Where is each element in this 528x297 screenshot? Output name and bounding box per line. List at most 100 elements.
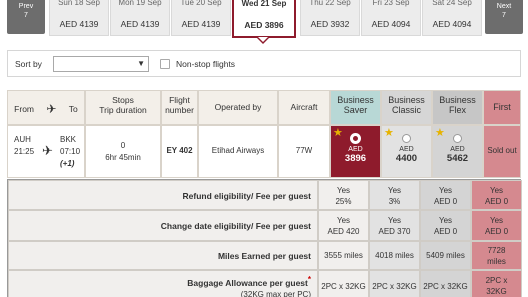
flight-number[interactable]: EY 402 (166, 146, 192, 155)
header-classic-line2: Classic (391, 105, 421, 115)
date-cell[interactable]: Thu 22 Sep AED 3932 (300, 0, 360, 36)
sold-out-label: Sold out (487, 146, 517, 155)
date-price: AED 3932 (310, 19, 350, 29)
nonstop-label[interactable]: Non-stop flights (176, 59, 235, 69)
header-first: First (483, 90, 521, 125)
required-mark: * (307, 275, 311, 284)
destination-code: BKK (60, 135, 77, 144)
condition-value: 7728 miles (471, 241, 522, 270)
sort-filter-bar: Sort by ▼ Non-stop flights (7, 50, 521, 77)
star-icon: ★ (384, 127, 394, 139)
condition-label: Baggage Allowance per guest (187, 277, 308, 288)
condition-row-baggage: Baggage Allowance per guest* (32KG max p… (7, 270, 522, 297)
aircraft-cell: 77W (278, 125, 330, 178)
condition-value: Yes 3% (369, 180, 420, 210)
header-business-saver: Business Saver (330, 90, 381, 125)
date-cell-selected[interactable]: Wed 21 Sep AED 3896 (232, 0, 296, 38)
header-classic-line1: Business (388, 95, 425, 105)
sort-dropdown[interactable]: ▼ (53, 56, 149, 72)
condition-value: 3555 miles (318, 241, 369, 270)
header-business-flex: Business Flex (432, 90, 483, 125)
condition-value: Yes AED 370 (369, 210, 420, 241)
header-flight-number: Flight number (161, 90, 198, 125)
fare-radio[interactable] (402, 134, 411, 143)
selected-date-pointer-inner (258, 37, 268, 42)
condition-value: Yes AED 0 (471, 210, 522, 241)
date-price: AED 3896 (244, 20, 284, 30)
condition-value: Yes AED 0 (420, 210, 471, 241)
date-label: Tue 20 Sep (180, 0, 222, 7)
next-dates-button[interactable]: Next 7 (485, 0, 523, 34)
next-count: 7 (502, 12, 506, 19)
date-cell[interactable]: Sun 18 Sep AED 4139 (49, 0, 109, 36)
condition-label-block: Baggage Allowance per guest* (32KG max p… (8, 270, 318, 297)
date-price: AED 4139 (59, 19, 99, 29)
aircraft-type[interactable]: 77W (296, 146, 312, 155)
condition-label: Miles Earned per guest (8, 241, 318, 270)
plane-icon: ✈ (46, 102, 57, 116)
star-icon: ★ (435, 127, 445, 139)
header-saver-line2: Saver (343, 105, 368, 115)
prev-dates-button[interactable]: Prev 7 (7, 0, 45, 34)
header-business-classic: Business Classic (381, 90, 432, 125)
condition-row-refund: Refund eligibility/ Fee per guest Yes 25%… (7, 179, 522, 210)
header-flight-line2: number (165, 105, 194, 115)
plane-icon: ✈ (42, 143, 53, 158)
header-flex-line1: Business (439, 95, 476, 105)
sort-label: Sort by (15, 59, 42, 69)
flight-row: AUH 21:25 ✈ BKK 07:10 (+1) 0 6hr 45min E… (7, 125, 521, 178)
condition-label: Refund eligibility/ Fee per guest (8, 180, 318, 210)
fare-radio[interactable] (453, 134, 462, 143)
fare-option-business-classic[interactable]: ★ AED 4400 (381, 125, 432, 178)
fare-currency: AED (450, 146, 465, 153)
date-cell[interactable]: Sat 24 Sep AED 4094 (422, 0, 482, 36)
header-aircraft-label: Aircraft (290, 102, 318, 112)
date-cell[interactable]: Mon 19 Sep AED 4139 (110, 0, 170, 36)
header-from: From (14, 104, 35, 114)
header-first-label: First (493, 102, 511, 112)
star-icon: ★ (333, 127, 343, 139)
condition-value: 2PC x 32KG (318, 270, 369, 297)
date-label: Wed 21 Sep (241, 0, 287, 8)
date-cell[interactable]: Fri 23 Sep AED 4094 (361, 0, 421, 36)
header-flex-line2: Flex (448, 105, 466, 115)
origin-code: AUH (14, 135, 31, 144)
condition-value: 5409 miles (420, 241, 471, 270)
nonstop-checkbox[interactable] (160, 59, 170, 69)
header-to: To (68, 104, 78, 114)
fare-amount: 5462 (446, 153, 469, 164)
condition-row-change-date: Change date eligibility/ Fee per guest Y… (7, 210, 522, 241)
prev-label: Prev (18, 3, 34, 10)
fare-option-business-saver[interactable]: ★ AED 3896 (330, 125, 381, 178)
fare-option-first: Sold out (483, 125, 521, 178)
stops-count: 0 (120, 141, 126, 150)
prev-count: 7 (24, 12, 28, 19)
condition-value: 2PC x 32KG (420, 270, 471, 297)
fare-amount: 4400 (395, 153, 418, 164)
condition-value: Yes AED 420 (318, 210, 369, 241)
header-flight-line1: Flight (169, 95, 190, 105)
operator-cell: Etihad Airways (198, 125, 278, 178)
trip-duration: 6hr 45min (105, 153, 141, 162)
header-stops-line2: Trip duration (99, 105, 147, 115)
header-aircraft: Aircraft (278, 90, 330, 125)
date-cell[interactable]: Tue 20 Sep AED 4139 (171, 0, 231, 36)
operator-name: Etihad Airways (211, 146, 265, 155)
next-label: Next (496, 3, 512, 10)
condition-sublabel: (32KG max per PC) (240, 289, 311, 297)
date-price: AED 4139 (181, 19, 221, 29)
header-stops: Stops Trip duration (85, 90, 161, 125)
header-saver-line1: Business (337, 95, 374, 105)
condition-row-miles: Miles Earned per guest 3555 miles 4018 m… (7, 241, 522, 270)
fare-amount: 3896 (344, 153, 367, 164)
stops-cell: 0 6hr 45min (85, 125, 161, 178)
fare-radio-selected[interactable] (351, 134, 360, 143)
fare-option-business-flex[interactable]: ★ AED 5462 (432, 125, 483, 178)
fare-currency: AED (399, 146, 414, 153)
header-route: From ✈ To (7, 90, 85, 125)
condition-value: 2PC x 32KG (471, 270, 522, 297)
date-price: AED 4094 (371, 19, 411, 29)
flight-number-cell: EY 402 (161, 125, 198, 178)
date-navigation: Prev 7 Sun 18 Sep AED 4139 Mon 19 Sep AE… (0, 0, 528, 50)
date-label: Thu 22 Sep (309, 0, 351, 7)
